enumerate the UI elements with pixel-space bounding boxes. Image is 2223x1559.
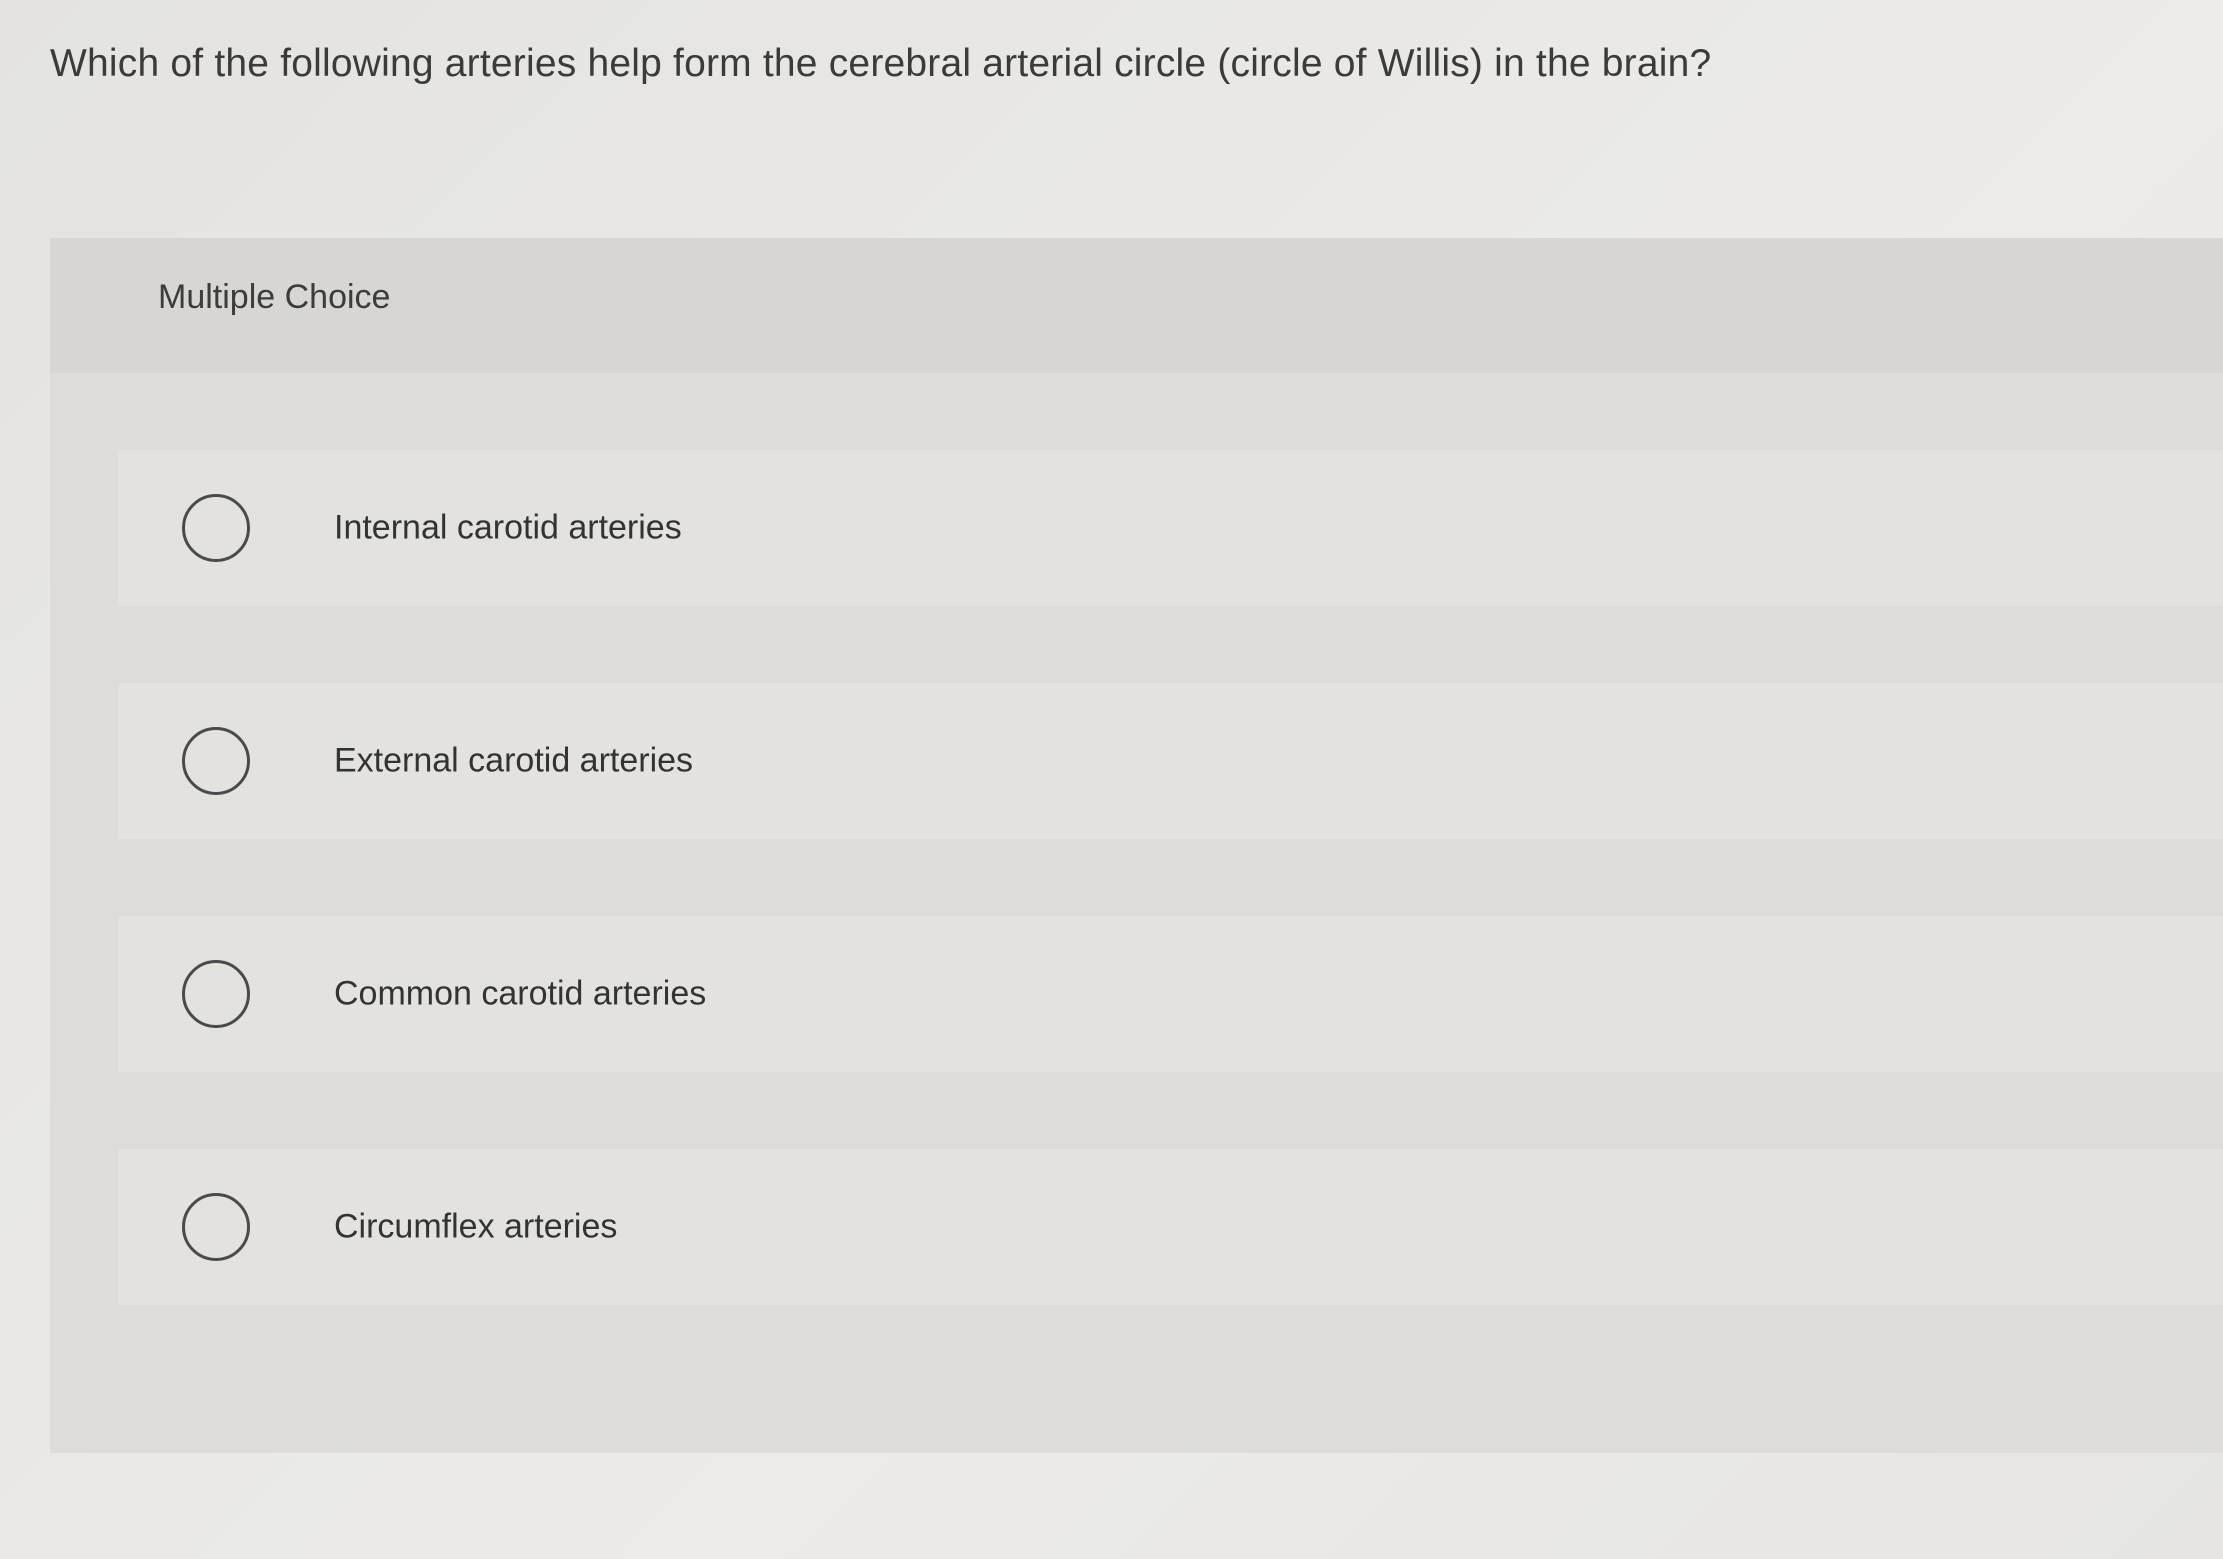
answer-option-circumflex[interactable]: Circumflex arteries xyxy=(118,1149,2223,1305)
answer-option-label: External carotid arteries xyxy=(334,741,694,780)
radio-button-icon[interactable] xyxy=(182,727,250,795)
radio-button-icon[interactable] xyxy=(182,1193,250,1261)
radio-button-icon[interactable] xyxy=(182,960,250,1028)
answer-option-label: Internal carotid arteries xyxy=(334,508,682,547)
radio-button-icon[interactable] xyxy=(182,494,250,562)
multiple-choice-label: Multiple Choice xyxy=(158,278,391,316)
answer-option-external-carotid[interactable]: External carotid arteries xyxy=(118,683,2223,839)
answer-option-common-carotid[interactable]: Common carotid arteries xyxy=(118,916,2223,1072)
question-text: Which of the following arteries help for… xyxy=(50,42,1712,85)
multiple-choice-panel: Multiple Choice Internal carotid arterie… xyxy=(50,238,2223,1453)
answer-option-internal-carotid[interactable]: Internal carotid arteries xyxy=(118,450,2223,606)
answer-option-label: Circumflex arteries xyxy=(334,1207,618,1246)
answer-option-label: Common carotid arteries xyxy=(334,974,707,1013)
answer-options: Internal carotid arteries External carot… xyxy=(118,450,2223,1382)
multiple-choice-header: Multiple Choice xyxy=(50,238,2223,373)
